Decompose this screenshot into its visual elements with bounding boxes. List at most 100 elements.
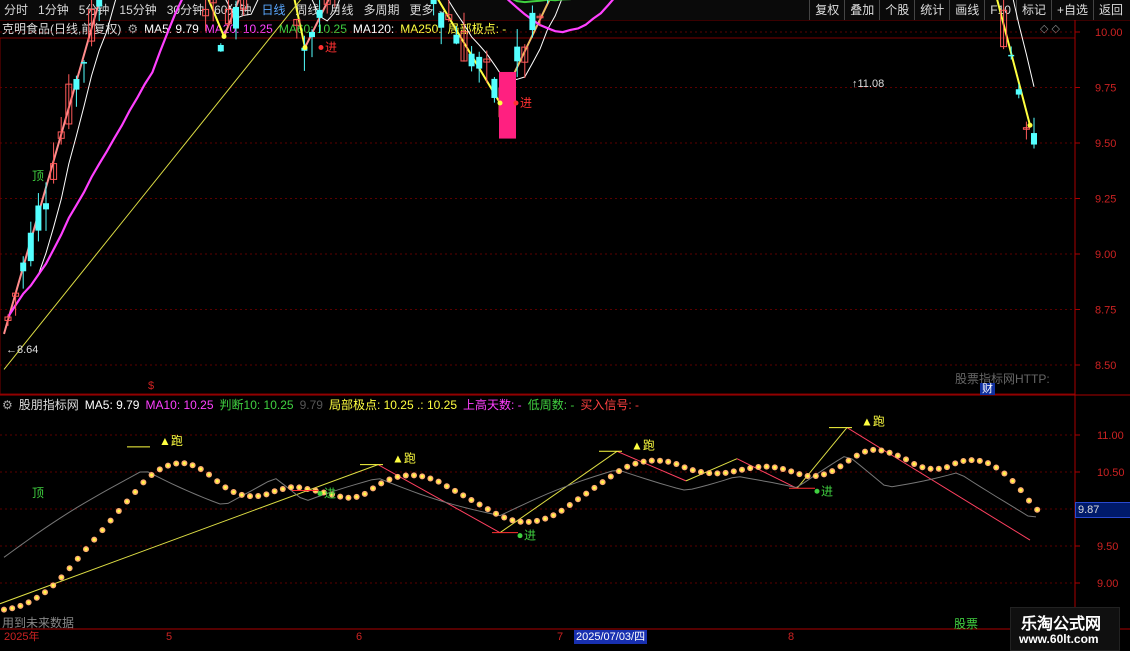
top-label: 顶 (32, 169, 44, 183)
sub-dot-core (781, 467, 785, 471)
sub-dot-core (215, 479, 219, 483)
main-y-tick-label: 9.00 (1095, 249, 1116, 261)
sub-dot-core (724, 471, 727, 475)
zigzag-segment (3, 0, 101, 335)
sub-run-label: ▲跑 (631, 438, 655, 452)
sub-dot-core (560, 509, 563, 513)
sub-zigzag-segment (846, 427, 1031, 541)
sub-y-tick-label: 9.00 (1097, 578, 1118, 590)
sub-dot-core (396, 475, 399, 479)
sub-dot-core (412, 473, 416, 477)
date-label-year: 2025年 (4, 631, 40, 643)
sub-dot-core (84, 547, 88, 551)
candle-body (20, 262, 27, 272)
candle-body (316, 9, 323, 18)
ma20-line (7, 0, 615, 318)
sub-dot-core (789, 469, 793, 473)
pivot-dot (497, 100, 503, 106)
sub-dot-core (297, 486, 301, 489)
main-watermark-box: 财 (980, 383, 995, 395)
sub-dot-core (232, 490, 236, 494)
sub-dot-core (248, 494, 252, 498)
sub-dot-core (150, 473, 154, 477)
sub-dot-core (601, 480, 604, 484)
sub-enter-label: 进 (524, 529, 536, 543)
candle-body (438, 12, 445, 28)
kline-chart[interactable]: 11.0010.7510.5010.2510.009.759.509.259.0… (0, 0, 1130, 650)
sub-dot-core (937, 467, 941, 471)
sub-enter-label: 进 (821, 484, 833, 498)
site-watermark: 乐淘公式网 www.60lt.com (1010, 607, 1120, 651)
sub-dot-core (437, 480, 440, 484)
sub-dot-core (593, 486, 596, 490)
sub-enter-dot (317, 491, 323, 496)
sub-dot-core (379, 481, 383, 485)
sub-dot-core (871, 448, 875, 452)
main-panel-frame (0, 37, 1076, 395)
candle-body (73, 79, 80, 90)
main-watermark: 股票指标网HTTP: (955, 370, 1050, 387)
sub-dot-core (109, 519, 112, 522)
sub-dot-core (970, 458, 973, 462)
sub-dot-core (822, 472, 826, 476)
sub-dot-core (43, 590, 47, 594)
main-y-tick-label: 8.75 (1095, 305, 1116, 317)
date-label-jun: 6 (356, 631, 363, 643)
candle-body (43, 203, 49, 210)
sub-y-tick-label: 10.50 (1097, 467, 1125, 479)
sub-dot-core (388, 478, 391, 481)
sub-dot-core (125, 500, 129, 503)
sub-dot-core (847, 459, 850, 462)
enter-label: 进 (520, 96, 532, 110)
sub-dot-core (765, 465, 768, 469)
sub-dot-core (10, 606, 14, 610)
sub-dot-core (142, 481, 145, 484)
sub-dot-core (642, 460, 645, 464)
sub-dot-core (199, 467, 203, 471)
sub-dot-core (1003, 472, 1006, 475)
sub-dot-core (363, 492, 367, 496)
sub-dot-core (806, 474, 809, 478)
sub-zigzag-segment (736, 458, 798, 489)
sub-dot-core (502, 516, 506, 519)
candle-body (430, 0, 437, 5)
date-label-jul: 7 (557, 631, 564, 643)
sub-dot-core (994, 466, 998, 469)
sub-dot-core (347, 496, 350, 500)
sub-dot-core (863, 450, 867, 454)
sub-dot-core (92, 538, 96, 542)
sub-dot-core (338, 495, 342, 499)
sub-dot-core (1035, 508, 1039, 512)
sub-enter-dot (814, 488, 820, 494)
sub-dot-core (289, 485, 293, 489)
pivot-dot (302, 45, 308, 51)
sub-dot-core (658, 459, 662, 463)
sub-dot-core (625, 465, 629, 469)
sub-dot-core (76, 557, 80, 561)
currency-marker: $ (148, 380, 155, 392)
sub-dot-core (880, 449, 883, 452)
sub-dot-core (486, 507, 490, 511)
main-y-tick-label: 9.50 (1095, 138, 1116, 150)
sub-dot-core (224, 486, 227, 489)
sub-dot-core (355, 495, 358, 499)
enter-dot (318, 45, 324, 51)
sub-dot-core (986, 461, 990, 465)
sub-dot-core (912, 462, 916, 466)
sub-y-tick-label: 11.00 (1097, 430, 1124, 442)
candle-body (96, 0, 103, 7)
sub-dot-core (19, 604, 22, 608)
sub-dot-core (101, 528, 104, 532)
sub-trend-line (499, 450, 618, 534)
sub-dot-core (904, 458, 908, 461)
sub-dot-core (929, 467, 932, 471)
zigzag-segment (996, 0, 1031, 126)
sub-dot-core (953, 461, 957, 465)
sub-dot-core (461, 494, 465, 497)
signal-bar (499, 71, 516, 139)
candle-body (468, 53, 475, 67)
sub-dot-core (166, 464, 170, 467)
sub-dot-core (839, 464, 842, 468)
candle-body (476, 56, 483, 69)
main-y-tick-label: 9.25 (1095, 194, 1116, 206)
